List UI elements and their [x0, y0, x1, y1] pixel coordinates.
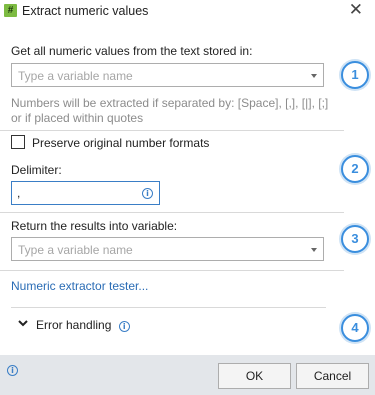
error-handling-toggle[interactable]: Error handling i	[36, 318, 130, 332]
footer-info-icon[interactable]: i	[7, 365, 18, 376]
delimiter-input[interactable]: , i	[11, 181, 160, 205]
numeric-extractor-tester-link[interactable]: Numeric extractor tester...	[11, 279, 148, 293]
step-badge-3: 3	[341, 225, 369, 253]
source-variable-combo[interactable]: Type a variable name	[11, 63, 324, 87]
divider	[0, 270, 344, 271]
delimiter-value: ,	[17, 186, 21, 200]
result-variable-placeholder: Type a variable name	[18, 243, 133, 257]
result-variable-combo[interactable]: Type a variable name	[11, 237, 324, 261]
cancel-button[interactable]: Cancel	[296, 363, 369, 389]
source-variable-placeholder: Type a variable name	[18, 69, 133, 83]
step-badge-4: 4	[341, 314, 369, 342]
delimiter-info-icon[interactable]: i	[142, 188, 153, 199]
divider	[0, 130, 344, 131]
separator-hint: Numbers will be extracted if separated b…	[11, 96, 329, 125]
preserve-formats-label: Preserve original number formats	[32, 136, 210, 150]
divider	[11, 307, 326, 308]
step-badge-2: 2	[341, 155, 369, 183]
preserve-formats-checkbox[interactable]	[11, 135, 25, 149]
delimiter-label: Delimiter:	[11, 163, 62, 177]
result-label: Return the results into variable:	[11, 219, 178, 233]
error-handling-info-icon[interactable]: i	[118, 321, 130, 332]
dropdown-arrow-icon[interactable]	[311, 248, 317, 252]
divider	[0, 212, 344, 213]
close-icon[interactable]: ✕	[349, 1, 363, 19]
chevron-down-icon[interactable]	[18, 319, 28, 327]
error-handling-label: Error handling	[36, 318, 112, 332]
ok-button[interactable]: OK	[218, 363, 291, 389]
dialog-title: Extract numeric values	[22, 4, 149, 18]
app-icon: #	[4, 4, 17, 17]
dialog-footer: i OK Cancel	[0, 355, 375, 395]
title-bar: # Extract numeric values ✕	[0, 0, 375, 22]
dropdown-arrow-icon[interactable]	[311, 74, 317, 78]
source-label: Get all numeric values from the text sto…	[11, 44, 253, 58]
step-badge-1: 1	[341, 61, 369, 89]
